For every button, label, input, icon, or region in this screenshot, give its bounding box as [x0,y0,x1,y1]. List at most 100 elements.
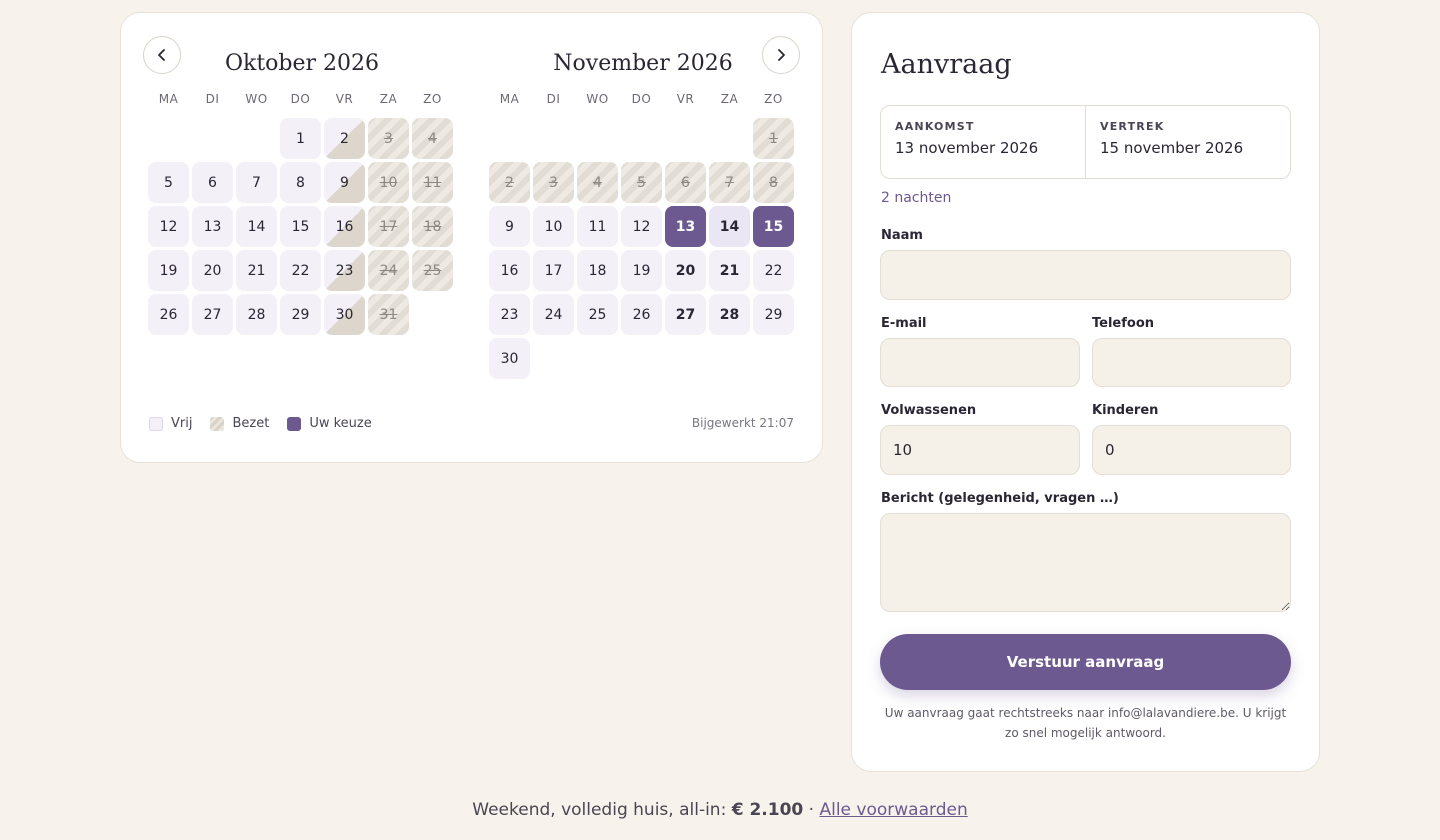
day-cell-free[interactable]: 18 [577,250,618,291]
weekday-header: MA DI WO DO VR ZA ZO [148,89,456,109]
day-cell-free[interactable]: 30 [489,338,530,379]
children-label: Kinderen [1092,403,1159,418]
day-cell-free[interactable]: 16 [489,250,530,291]
day-cell-busy: 3 [533,162,574,203]
weekday-label: DO [631,92,652,106]
day-cell-half[interactable]: 30 [324,294,365,335]
phone-input[interactable] [1092,338,1291,387]
phone-label: Telefoon [1092,316,1155,331]
day-cell-free[interactable]: 17 [533,250,574,291]
empty-cell [577,118,618,159]
day-cell-free[interactable]: 22 [753,250,794,291]
day-cell-free[interactable]: 11 [577,206,618,247]
day-cell-wk[interactable]: 20 [665,250,706,291]
day-cell-sel[interactable]: 15 [753,206,794,247]
day-cell-half[interactable]: 2 [324,118,365,159]
footer-price: € 2.100 [731,800,804,820]
adults-input[interactable] [880,425,1080,475]
day-cell-free[interactable]: 14 [236,206,277,247]
email-label: E-mail [881,316,927,331]
empty-cell [489,118,530,159]
legend-selected: Uw keuze [287,416,372,431]
day-cell-free[interactable]: 29 [280,294,321,335]
day-cell-free[interactable]: 20 [192,250,233,291]
free-swatch [149,416,163,431]
empty-cell [621,118,662,159]
month-november: November 2026 MA DI WO DO VR ZA ZO 1 2 3 4 5 6 7 8 9 10… [489,49,797,379]
adults-label: Volwassenen [881,403,977,418]
day-cell-free[interactable]: 29 [753,294,794,335]
name-input[interactable] [880,250,1291,300]
weekday-header: MA DI WO DO VR ZA ZO [489,89,797,109]
submit-request-button[interactable]: Verstuur aanvraag [880,634,1291,690]
arrival: AANKOMST 13 november 2026 [881,106,1085,178]
message-textarea[interactable] [880,513,1291,612]
day-cell-half[interactable]: 16 [324,206,365,247]
day-cell-free[interactable]: 21 [236,250,277,291]
weekday-label: MA [158,92,179,106]
day-cell-free[interactable]: 24 [533,294,574,335]
day-cell-free[interactable]: 23 [489,294,530,335]
footer-separator: · [808,800,815,820]
day-cell-free[interactable]: 6 [192,162,233,203]
empty-cell [148,118,189,159]
day-cell-free[interactable]: 12 [621,206,662,247]
children-input[interactable] [1092,425,1291,475]
arrival-date: 13 november 2026 [895,139,1039,157]
day-grid: 1 2 3 4 5 6 7 8 9 10 11 12 13 14 15 16 17 18 19 20 21 22 23 24 2… [148,118,456,335]
weekday-label: VR [335,92,354,106]
day-cell-free[interactable]: 9 [489,206,530,247]
empty-cell [533,118,574,159]
day-cell-free[interactable]: 28 [236,294,277,335]
day-cell-busy: 17 [368,206,409,247]
email-input[interactable] [880,338,1080,387]
day-cell-wk[interactable]: 21 [709,250,750,291]
day-cell-busy: 18 [412,206,453,247]
day-cell-free[interactable]: 26 [621,294,662,335]
day-cell-free[interactable]: 8 [280,162,321,203]
day-cell-half[interactable]: 23 [324,250,365,291]
nights-count: 2 nachten [881,190,952,206]
day-cell-free[interactable]: 13 [192,206,233,247]
day-cell-busy: 8 [753,162,794,203]
day-cell-busy: 7 [709,162,750,203]
day-cell-range[interactable]: 14 [709,206,750,247]
weekday-label: DO [290,92,311,106]
month-title: November 2026 [553,51,733,76]
day-cell-free[interactable]: 22 [280,250,321,291]
day-cell-free[interactable]: 1 [280,118,321,159]
day-cell-free[interactable]: 7 [236,162,277,203]
day-cell-free[interactable]: 26 [148,294,189,335]
weekday-label: DI [205,92,220,106]
weekday-label: WO [245,92,268,106]
departure: VERTREK 15 november 2026 [1085,106,1290,178]
departure-date: 15 november 2026 [1100,139,1244,157]
day-cell-free[interactable]: 5 [148,162,189,203]
selected-swatch [287,416,302,431]
empty-cell [192,118,233,159]
date-summary: AANKOMST 13 november 2026 VERTREK 15 nov… [880,105,1291,179]
day-cell-wk[interactable]: 27 [665,294,706,335]
last-updated: Bijgewerkt 21:07 [691,416,794,430]
message-label: Bericht (gelegenheid, vragen …) [881,491,1119,506]
day-cell-half[interactable]: 9 [324,162,365,203]
weekday-label: VR [676,92,695,106]
month-title: Oktober 2026 [224,51,380,76]
day-cell-busy: 11 [412,162,453,203]
day-cell-free[interactable]: 27 [192,294,233,335]
day-cell-free[interactable]: 19 [148,250,189,291]
month-october: Oktober 2026 MA DI WO DO VR ZA ZO 1 2 3 4 5 6 7 8 9 10 1… [148,49,456,335]
day-cell-sel[interactable]: 13 [665,206,706,247]
request-form: Aanvraag AANKOMST 13 november 2026 VERTR… [851,12,1320,772]
day-cell-free[interactable]: 25 [577,294,618,335]
day-cell-free[interactable]: 19 [621,250,662,291]
day-cell-busy: 3 [368,118,409,159]
day-cell-busy: 4 [412,118,453,159]
day-cell-busy: 10 [368,162,409,203]
day-cell-free[interactable]: 12 [148,206,189,247]
terms-link[interactable]: Alle voorwaarden [819,800,967,820]
availability-calendar: Oktober 2026 MA DI WO DO VR ZA ZO 1 2 3 4 5 6 7 8 9 10 1… [120,12,823,463]
day-cell-free[interactable]: 10 [533,206,574,247]
day-cell-wk[interactable]: 28 [709,294,750,335]
day-cell-free[interactable]: 15 [280,206,321,247]
